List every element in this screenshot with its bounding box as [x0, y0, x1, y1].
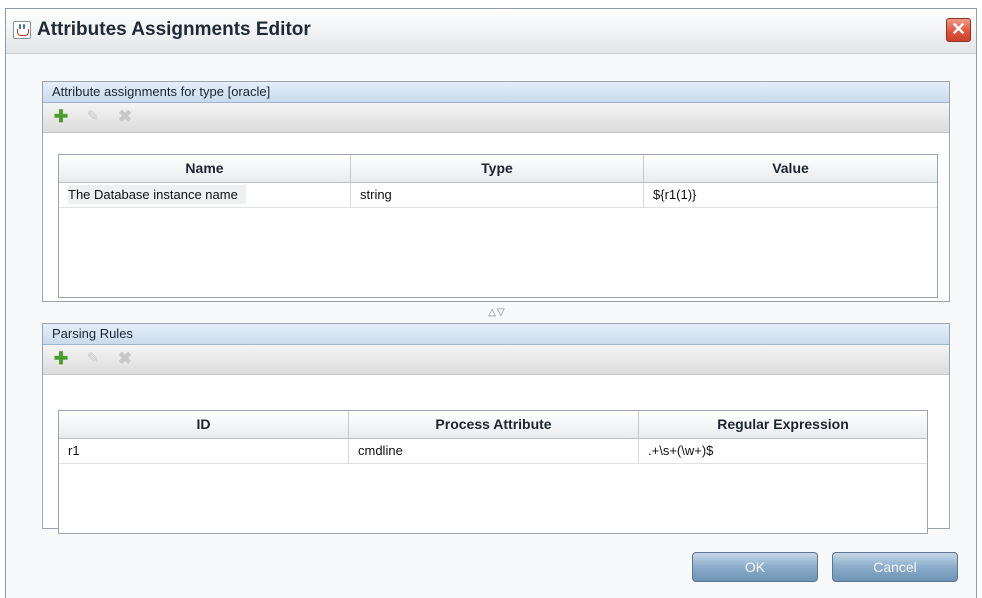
- parsing-toolbar: ✚ ✎ ✖: [43, 345, 949, 375]
- table-cell: The Database instance name: [59, 183, 351, 207]
- assignments-table: Name Type Value The Database instance na…: [58, 154, 938, 298]
- assignments-toolbar: ✚ ✎ ✖: [43, 103, 949, 133]
- assignments-table-header: Name Type Value: [59, 155, 937, 183]
- column-header-value[interactable]: Value: [644, 155, 937, 182]
- column-header-type[interactable]: Type: [351, 155, 644, 182]
- delete-icon[interactable]: ✖: [116, 108, 134, 126]
- parsing-rules-header: Parsing Rules: [43, 324, 949, 345]
- table-cell: ${r1(1)}: [653, 187, 697, 202]
- add-icon[interactable]: ✚: [52, 350, 70, 368]
- column-header-id[interactable]: ID: [59, 411, 349, 438]
- table-cell: r1: [59, 439, 349, 463]
- edit-icon[interactable]: ✎: [84, 350, 102, 368]
- title-bar[interactable]: Attributes Assignments Editor ✕: [6, 9, 976, 54]
- parsing-rules-table: ID Process Attribute Regular Expression …: [58, 410, 928, 534]
- table-cell: cmdline: [349, 439, 639, 463]
- ok-button[interactable]: OK: [692, 552, 818, 582]
- cancel-button[interactable]: Cancel: [832, 552, 958, 582]
- panel-splitter-handle[interactable]: △▽: [482, 307, 512, 319]
- column-header-name[interactable]: Name: [59, 155, 351, 182]
- window-title: Attributes Assignments Editor: [37, 19, 311, 40]
- attribute-assignments-panel: Attribute assignments for type [oracle] …: [42, 81, 950, 302]
- table-cell: .+\s+(\w+)$: [648, 443, 714, 458]
- column-header-process-attribute[interactable]: Process Attribute: [349, 411, 639, 438]
- java-app-icon: [13, 21, 31, 39]
- table-row[interactable]: The Database instance name string ${r1(1…: [59, 183, 937, 208]
- close-button[interactable]: ✕: [946, 18, 971, 42]
- edit-icon[interactable]: ✎: [84, 108, 102, 126]
- attribute-assignments-header: Attribute assignments for type [oracle]: [43, 82, 949, 103]
- table-cell: string: [351, 183, 644, 207]
- parsing-rules-panel: Parsing Rules ✚ ✎ ✖ ID Process Attribute…: [42, 323, 950, 534]
- parsing-table-header: ID Process Attribute Regular Expression: [59, 411, 927, 439]
- column-header-regular-expression[interactable]: Regular Expression: [639, 411, 927, 438]
- close-icon: ✕: [950, 19, 967, 39]
- dialog-window: Attributes Assignments Editor ✕ Attribut…: [5, 8, 977, 598]
- add-icon[interactable]: ✚: [52, 108, 70, 126]
- delete-icon[interactable]: ✖: [116, 350, 134, 368]
- table-row[interactable]: r1 cmdline .+\s+(\w+)$: [59, 439, 927, 464]
